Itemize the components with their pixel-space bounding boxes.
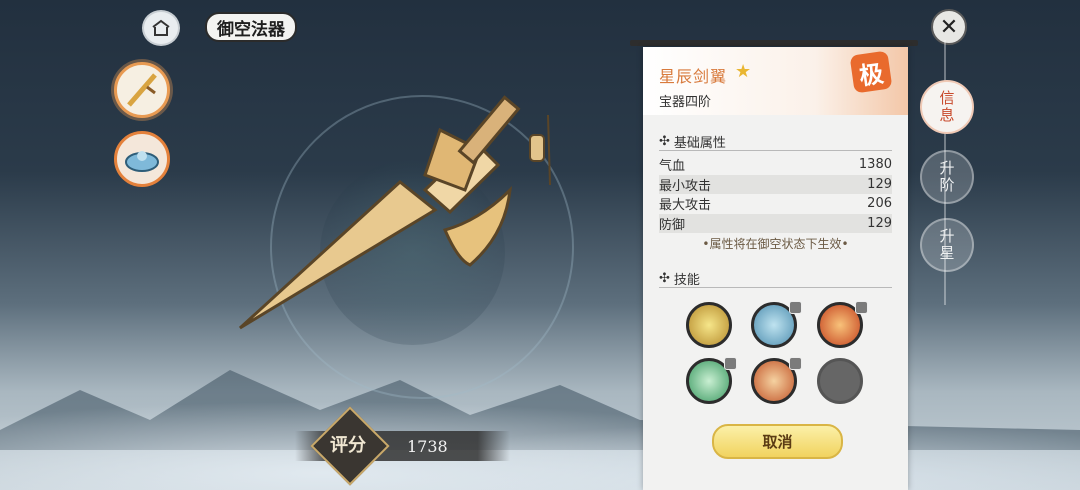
attr-value: 1380 bbox=[858, 157, 892, 172]
score-value: 1738 bbox=[407, 437, 448, 456]
skill-slot-empty bbox=[817, 358, 863, 404]
skills-section-label: 技能 bbox=[673, 273, 700, 288]
attr-label: 防御 bbox=[659, 218, 686, 233]
tab-upgrade-star-label: 升星 bbox=[939, 227, 955, 262]
attr-value: 206 bbox=[867, 196, 892, 211]
sparkle-icon: ✣ bbox=[659, 134, 670, 149]
tab-info[interactable]: 信息 bbox=[920, 80, 974, 134]
divider bbox=[659, 150, 892, 151]
lock-icon bbox=[789, 357, 802, 370]
attributes-note: •属性将在御空状态下生效• bbox=[702, 237, 849, 251]
grade-seal: 极 bbox=[849, 50, 893, 94]
attr-row-hp: 气血 1380 bbox=[659, 155, 892, 174]
attr-row-min-attack: 最小攻击 129 bbox=[659, 175, 892, 194]
panel-top-bar bbox=[630, 40, 918, 46]
skill-icon-blades[interactable] bbox=[686, 302, 732, 348]
tab-upgrade-star[interactable]: 升星 bbox=[920, 218, 974, 272]
attr-label: 最大攻击 bbox=[659, 198, 712, 213]
lock-icon bbox=[789, 301, 802, 314]
lock-icon bbox=[855, 301, 868, 314]
attr-label: 气血 bbox=[659, 159, 686, 174]
divider bbox=[659, 287, 892, 288]
cancel-button[interactable]: 取消 bbox=[712, 424, 843, 459]
attr-row-max-attack: 最大攻击 206 bbox=[659, 194, 892, 213]
tab-upgrade-rank[interactable]: 升阶 bbox=[920, 150, 974, 204]
item-grade: 宝器四阶 bbox=[659, 95, 712, 110]
sword-artwork bbox=[238, 95, 551, 330]
blue-vehicle-icon bbox=[125, 151, 159, 172]
attributes-section-title: ✣ 基础属性 bbox=[659, 132, 726, 151]
attr-value: 129 bbox=[867, 177, 892, 192]
score-badge-label: 评分 bbox=[330, 435, 366, 456]
attr-value: 129 bbox=[867, 216, 892, 231]
star-icon: ★ bbox=[735, 61, 752, 82]
attributes-section-label: 基础属性 bbox=[673, 136, 726, 151]
attr-label: 最小攻击 bbox=[659, 179, 712, 194]
weapon-slot-vehicle[interactable] bbox=[114, 131, 170, 187]
golden-sword-icon bbox=[127, 73, 157, 107]
skills-section-title: ✣ 技能 bbox=[659, 269, 700, 288]
sparkle-icon: ✣ bbox=[659, 271, 670, 286]
home-icon[interactable] bbox=[142, 10, 180, 46]
close-icon[interactable]: ✕ bbox=[931, 9, 967, 45]
tab-upgrade-rank-label: 升阶 bbox=[939, 159, 955, 194]
page-title: 御空法器 bbox=[205, 12, 297, 42]
item-name: 星辰剑翼 bbox=[659, 67, 728, 86]
weapon-slot-sword[interactable] bbox=[114, 62, 170, 118]
lock-icon bbox=[724, 357, 737, 370]
info-panel: 星辰剑翼 ★ 宝器四阶 极 ✣ 基础属性 气血 1380 最小攻击 129 最大… bbox=[643, 47, 908, 490]
attr-row-defense: 防御 129 bbox=[659, 214, 892, 233]
tab-info-label: 信息 bbox=[939, 89, 955, 124]
